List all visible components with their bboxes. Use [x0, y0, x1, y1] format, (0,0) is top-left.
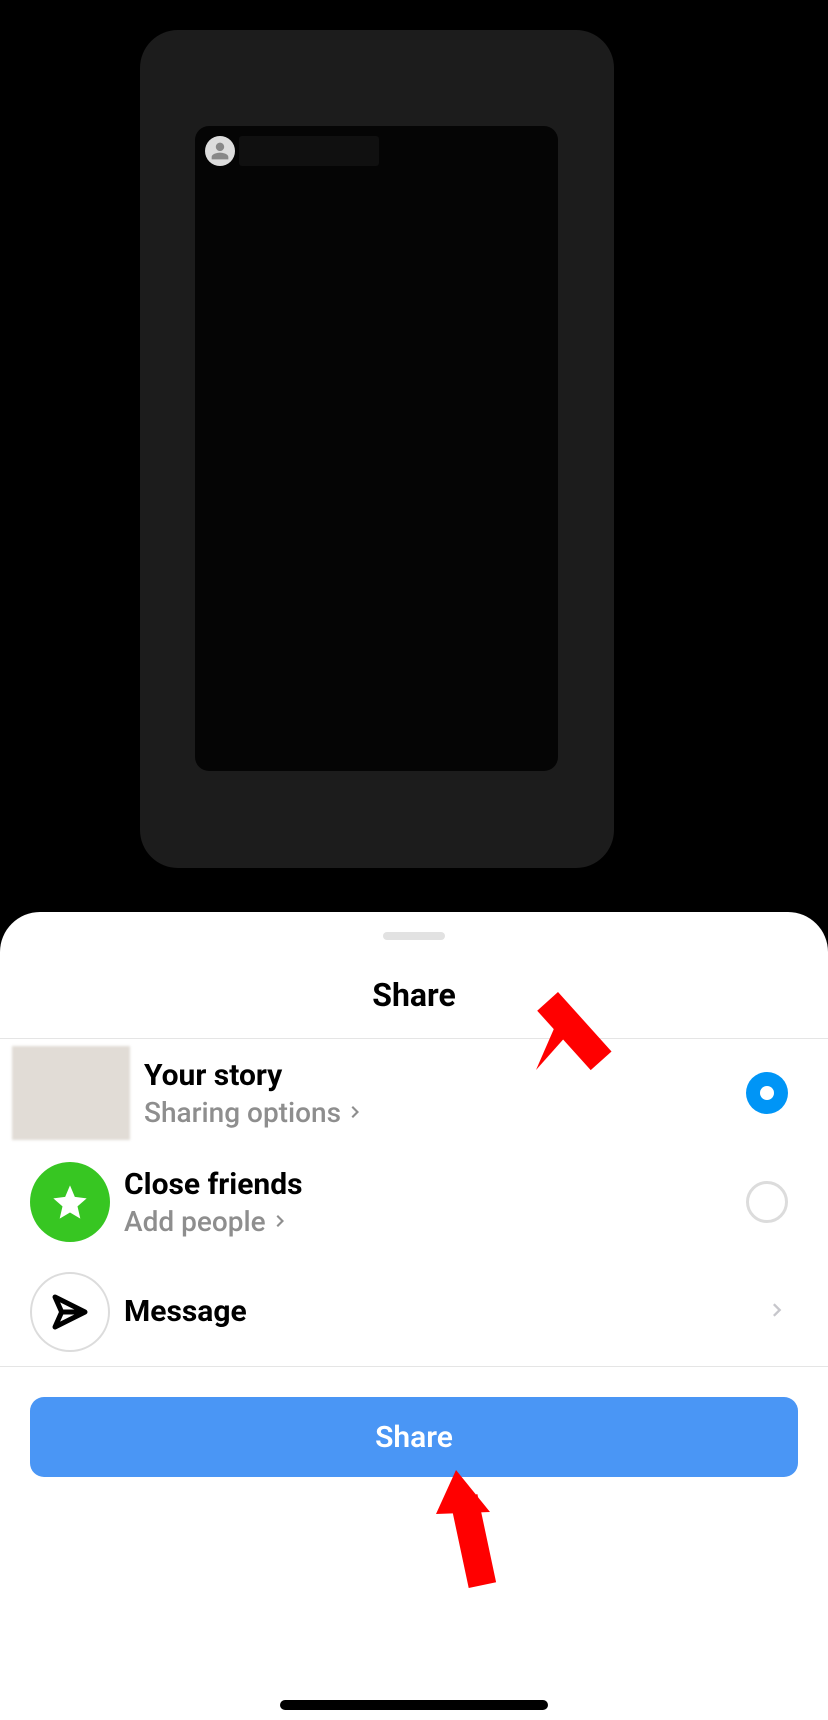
- close-friends-title: Close friends: [124, 1167, 746, 1203]
- option-message[interactable]: Message: [0, 1272, 828, 1352]
- close-friends-radio[interactable]: [746, 1181, 788, 1223]
- option-close-friends[interactable]: Close friends Add people: [0, 1162, 828, 1242]
- close-friends-subtitle-text: Add people: [124, 1205, 266, 1238]
- story-preview-backdrop: [0, 0, 828, 912]
- share-button[interactable]: Share: [30, 1397, 798, 1477]
- your-story-subtitle[interactable]: Sharing options: [144, 1096, 365, 1129]
- star-icon: [50, 1182, 90, 1222]
- close-friends-texts: Close friends Add people: [124, 1167, 746, 1238]
- divider: [0, 1366, 828, 1367]
- your-story-subtitle-text: Sharing options: [144, 1096, 341, 1129]
- chevron-right-icon: [272, 1212, 290, 1230]
- chevron-right-icon: [768, 1296, 788, 1324]
- username-redacted: [239, 136, 379, 166]
- send-icon: [50, 1292, 90, 1332]
- your-story-radio[interactable]: [746, 1072, 788, 1114]
- your-story-texts: Your story Sharing options: [144, 1058, 746, 1129]
- divider: [0, 1038, 828, 1039]
- story-preview-card: [140, 30, 614, 868]
- message-texts: Message: [124, 1294, 768, 1330]
- avatar-icon: [205, 136, 235, 166]
- sheet-title: Share: [0, 976, 828, 1014]
- your-story-thumbnail: [12, 1046, 130, 1140]
- share-button-label: Share: [375, 1420, 453, 1455]
- story-preview-inner: [195, 126, 558, 771]
- sheet-grabber[interactable]: [383, 932, 445, 940]
- message-title: Message: [124, 1294, 768, 1330]
- option-your-story[interactable]: Your story Sharing options: [0, 1046, 828, 1140]
- message-circle-icon: [30, 1272, 110, 1352]
- home-indicator: [280, 1700, 548, 1710]
- close-friends-icon: [30, 1162, 110, 1242]
- close-friends-subtitle[interactable]: Add people: [124, 1205, 290, 1238]
- chevron-right-icon: [347, 1103, 365, 1121]
- share-sheet: Share Your story Sharing options Close f…: [0, 912, 828, 1720]
- your-story-title: Your story: [144, 1058, 746, 1094]
- message-chevron: [768, 1296, 788, 1328]
